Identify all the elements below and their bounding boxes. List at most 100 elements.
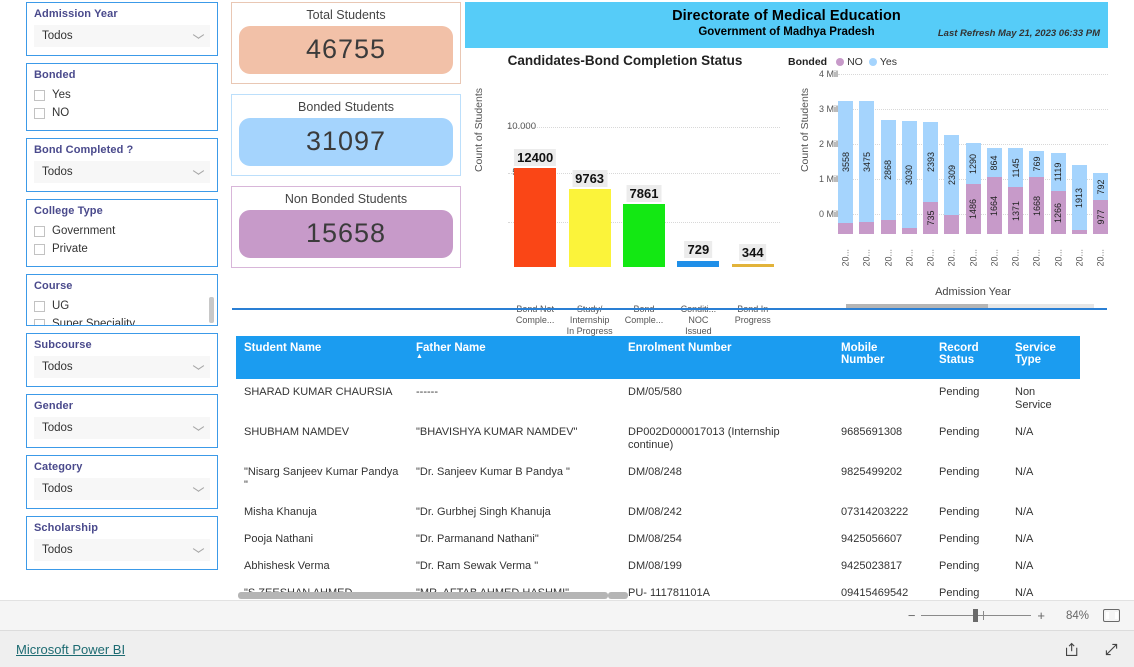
stacked-column[interactable]: 2868 xyxy=(880,94,896,234)
segment-no[interactable] xyxy=(880,220,896,234)
slicer-course[interactable]: Course UG Super Speciality PG xyxy=(26,274,218,326)
segment-yes[interactable]: 1145 xyxy=(1008,148,1023,187)
legend-item-yes[interactable]: Yes xyxy=(868,56,897,68)
column-header-service-type[interactable]: Service Type xyxy=(1007,336,1080,379)
segment-yes[interactable]: 3558 xyxy=(838,101,853,223)
gender-dropdown[interactable]: Todos xyxy=(34,417,210,439)
segment-yes[interactable]: 3475 xyxy=(859,101,875,222)
kpi-card-bonded-students[interactable]: Bonded Students 31097 xyxy=(231,94,461,176)
column-header-father-name[interactable]: Father Name xyxy=(408,336,620,379)
segment-yes[interactable]: 3030 xyxy=(901,121,917,228)
slicer-subcourse[interactable]: Subcourse Todos xyxy=(26,333,218,387)
legend-item-no[interactable]: NO xyxy=(836,56,863,68)
zoom-in-button[interactable]: + xyxy=(1037,608,1045,623)
table-row[interactable]: Pooja Nathani "Dr. Parmanand Nathani" DM… xyxy=(236,526,1080,553)
column-header-record-status[interactable]: Record Status xyxy=(931,336,1007,379)
column-header-mobile-number[interactable]: Mobile Number xyxy=(833,336,931,379)
checkbox-row-government[interactable]: Government xyxy=(34,222,210,240)
slicer-bond-completed[interactable]: Bond Completed ? Todos xyxy=(26,138,218,192)
checkbox-icon[interactable] xyxy=(34,225,45,237)
segment-yes[interactable]: 864 xyxy=(986,148,1002,177)
bar-group[interactable]: 9763 xyxy=(568,127,611,267)
zoom-slider[interactable] xyxy=(921,609,1032,622)
table-row[interactable]: SHARAD KUMAR CHAURSIA ------ DM/05/580 P… xyxy=(236,379,1080,419)
stacked-column[interactable]: 3030 xyxy=(901,94,917,234)
students-table[interactable]: Student Name Father Name Enrolment Numbe… xyxy=(236,336,1080,602)
slicer-category[interactable]: Category Todos xyxy=(26,455,218,509)
stacked-column[interactable]: 2309 xyxy=(944,94,960,234)
segment-no[interactable] xyxy=(859,222,875,234)
stacked-column[interactable]: 3475 xyxy=(859,94,875,234)
bond-completion-chart[interactable]: Candidates-Bond Completion Status Count … xyxy=(466,50,784,336)
segment-no[interactable] xyxy=(1071,230,1087,234)
column-header-student-name[interactable]: Student Name xyxy=(236,336,408,379)
checkbox-icon[interactable] xyxy=(34,300,45,312)
slicer-gender[interactable]: Gender Todos xyxy=(26,394,218,448)
checkbox-row-no[interactable]: NO xyxy=(34,104,210,122)
fit-to-screen-icon[interactable] xyxy=(1103,609,1120,622)
checkbox-icon[interactable] xyxy=(34,89,45,101)
checkbox-icon[interactable] xyxy=(34,243,45,255)
bar[interactable] xyxy=(514,168,557,267)
category-dropdown[interactable]: Todos xyxy=(34,478,210,500)
checkbox-row-ug[interactable]: UG xyxy=(34,297,210,315)
subcourse-dropdown[interactable]: Todos xyxy=(34,356,210,378)
segment-no[interactable]: 977 xyxy=(1093,200,1108,234)
segment-yes[interactable]: 769 xyxy=(1029,151,1045,177)
slicer-admission-year[interactable]: Admission Year Todos xyxy=(26,2,218,56)
checkbox-row-yes[interactable]: Yes xyxy=(34,86,210,104)
segment-yes[interactable]: 2309 xyxy=(944,135,960,215)
segment-no[interactable]: 1664 xyxy=(986,177,1002,234)
segment-yes[interactable]: 1913 xyxy=(1071,165,1087,230)
zoom-control[interactable]: − + xyxy=(908,608,1045,623)
checkbox-icon[interactable] xyxy=(34,318,45,325)
bond-completed-dropdown[interactable]: Todos xyxy=(34,161,210,183)
slicer-scholarship[interactable]: Scholarship Todos xyxy=(26,516,218,570)
segment-no[interactable] xyxy=(838,223,853,234)
checkbox-icon[interactable] xyxy=(34,107,45,119)
segment-no[interactable]: 735 xyxy=(923,202,938,234)
segment-yes[interactable]: 1119 xyxy=(1050,153,1066,191)
stacked-column[interactable]: 2393 735 xyxy=(923,94,938,234)
stacked-column[interactable]: 1290 1486 xyxy=(965,94,981,234)
bar-group[interactable]: 729 xyxy=(677,127,720,267)
admission-year-stacked-chart[interactable]: Bonded NO Yes Count of Students 4 Mil 3 … xyxy=(786,56,1110,310)
fullscreen-icon[interactable] xyxy=(1103,641,1120,658)
zoom-out-button[interactable]: − xyxy=(908,608,916,623)
table-row[interactable]: Misha Khanuja "Dr. Gurbhej Singh Khanuja… xyxy=(236,499,1080,526)
powerbi-link[interactable]: Microsoft Power BI xyxy=(16,642,125,657)
segment-yes[interactable]: 2393 xyxy=(923,122,938,202)
stacked-column[interactable]: 1913 xyxy=(1071,94,1087,234)
bar[interactable] xyxy=(731,264,774,267)
segment-no[interactable] xyxy=(944,215,960,234)
bar-group[interactable]: 7861 xyxy=(622,127,665,267)
slicer-bonded[interactable]: Bonded Yes NO xyxy=(26,63,218,131)
kpi-card-total-students[interactable]: Total Students 46755 xyxy=(231,2,461,84)
segment-no[interactable] xyxy=(901,228,917,234)
table-horizontal-scrollbar[interactable] xyxy=(238,592,608,599)
segment-no[interactable]: 1371 xyxy=(1008,187,1023,234)
bar[interactable] xyxy=(568,189,611,267)
segment-no[interactable]: 1266 xyxy=(1050,191,1066,234)
segment-no[interactable]: 1668 xyxy=(1029,177,1045,234)
segment-yes[interactable]: 1290 xyxy=(965,143,981,184)
table-row[interactable]: SHUBHAM NAMDEV "BHAVISHYA KUMAR NAMDEV" … xyxy=(236,419,1080,459)
stacked-column[interactable]: 792 977 xyxy=(1093,94,1108,234)
stacked-column[interactable]: 1119 1266 xyxy=(1050,94,1066,234)
bar-group[interactable]: 344 xyxy=(731,127,774,267)
scholarship-dropdown[interactable]: Todos xyxy=(34,539,210,561)
segment-no[interactable]: 1486 xyxy=(965,184,981,234)
course-list-scrollbar[interactable] xyxy=(209,297,214,323)
bar[interactable] xyxy=(677,261,720,267)
checkbox-row-private[interactable]: Private xyxy=(34,240,210,258)
table-row[interactable]: Abhishesk Verma "Dr. Ram Sewak Verma " D… xyxy=(236,553,1080,580)
segment-yes[interactable]: 2868 xyxy=(880,120,896,220)
segment-yes[interactable]: 792 xyxy=(1093,173,1108,200)
stacked-column[interactable]: 769 1668 xyxy=(1029,94,1045,234)
share-icon[interactable] xyxy=(1064,641,1081,658)
table-row[interactable]: "Nisarg Sanjeev Kumar Pandya " "Dr. Sanj… xyxy=(236,459,1080,499)
stacked-column[interactable]: 1145 1371 xyxy=(1008,94,1023,234)
bar-group[interactable]: 12400 xyxy=(514,127,557,267)
zoom-slider-thumb[interactable] xyxy=(973,609,979,622)
stacked-column[interactable]: 3558 xyxy=(838,94,853,234)
